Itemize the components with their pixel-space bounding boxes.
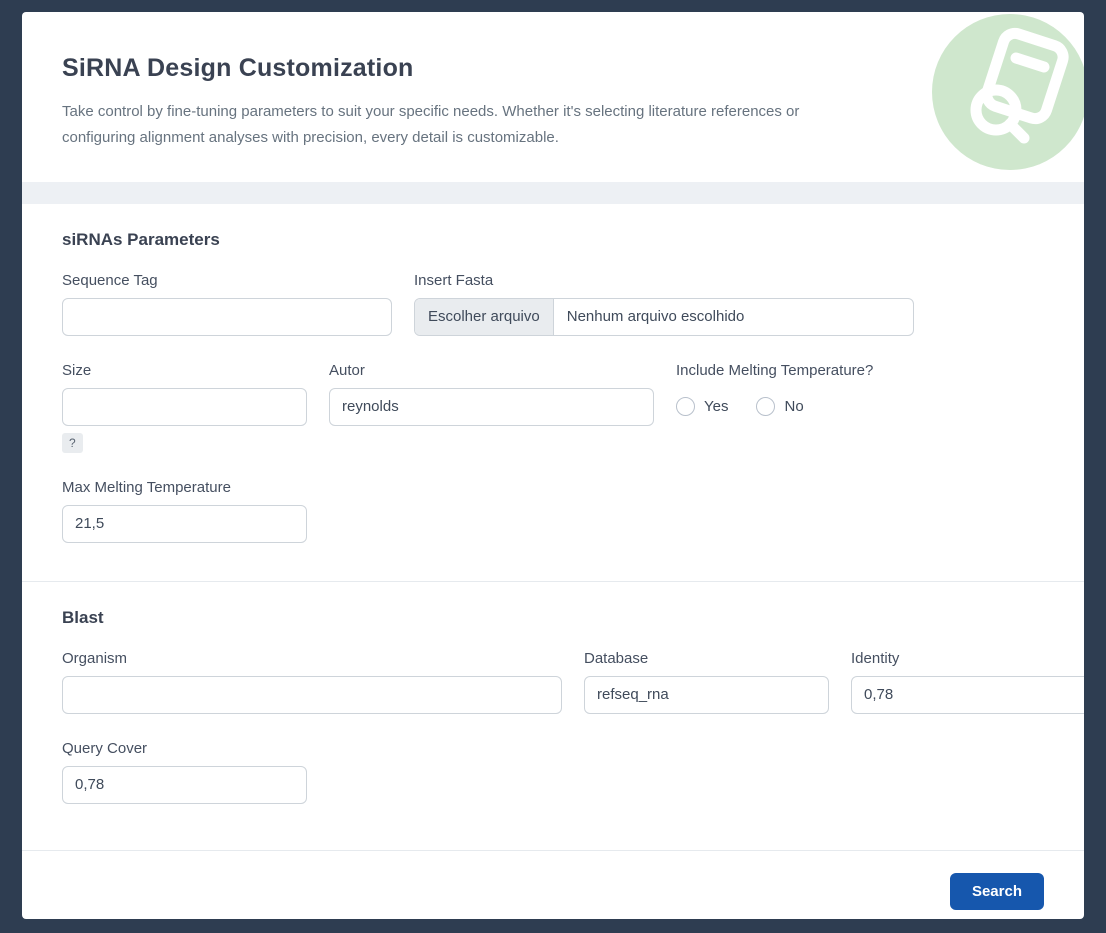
app-logo-icon [932,14,1084,170]
insert-fasta-file-input[interactable]: Escolher arquivo Nenhum arquivo escolhid… [414,298,914,336]
include-melting-radio-group: Yes No [676,388,976,426]
page-header: SiRNA Design Customization Take control … [22,12,1084,182]
max-melting-label: Max Melting Temperature [62,479,307,496]
autor-label: Autor [329,362,654,379]
organism-field-group: Organism [62,650,562,714]
file-status-text: Nenhum arquivo escolhido [554,299,758,335]
sirna-parameters-section: siRNAs Parameters Sequence Tag Insert Fa… [22,204,1084,567]
file-choose-button[interactable]: Escolher arquivo [415,299,554,335]
search-button[interactable]: Search [950,873,1044,910]
sequence-tag-label: Sequence Tag [62,272,392,289]
melting-no-radio[interactable] [756,397,775,416]
max-melting-input[interactable] [62,505,307,543]
autor-field-group: Autor [329,362,654,426]
melting-no-option[interactable]: No [756,397,803,416]
autor-input[interactable] [329,388,654,426]
sirna-section-heading: siRNAs Parameters [62,230,1044,250]
melting-yes-radio[interactable] [676,397,695,416]
insert-fasta-label: Insert Fasta [414,272,914,289]
sequence-tag-input[interactable] [62,298,392,336]
identity-label: Identity [851,650,1084,667]
melting-yes-label: Yes [704,398,728,415]
identity-field-group: Identity [851,650,1084,714]
max-melting-field-group: Max Melting Temperature [62,479,307,543]
query-cover-field-group: Query Cover [62,740,307,804]
include-melting-label: Include Melting Temperature? [676,362,976,379]
database-label: Database [584,650,829,667]
organism-label: Organism [62,650,562,667]
page-subtitle: Take control by fine-tuning parameters t… [62,99,862,152]
database-field-group: Database [584,650,829,714]
blast-section: Blast Organism Database Identity Query C… [22,582,1084,828]
size-help-badge[interactable]: ? [62,433,83,453]
size-label: Size [62,362,307,379]
insert-fasta-field-group: Insert Fasta Escolher arquivo Nenhum arq… [414,272,914,336]
identity-input[interactable] [851,676,1084,714]
page-title: SiRNA Design Customization [62,54,1044,83]
melting-no-label: No [784,398,803,415]
database-input[interactable] [584,676,829,714]
header-divider-strip [22,182,1084,204]
sequence-tag-field-group: Sequence Tag [62,272,392,336]
query-cover-input[interactable] [62,766,307,804]
main-card: SiRNA Design Customization Take control … [22,12,1084,919]
organism-input[interactable] [62,676,562,714]
include-melting-field-group: Include Melting Temperature? Yes No [676,362,976,426]
melting-yes-option[interactable]: Yes [676,397,728,416]
card-footer: Search [22,850,1084,920]
size-field-group: Size ? [62,362,307,453]
query-cover-label: Query Cover [62,740,307,757]
size-input[interactable] [62,388,307,426]
blast-section-heading: Blast [62,608,1044,628]
